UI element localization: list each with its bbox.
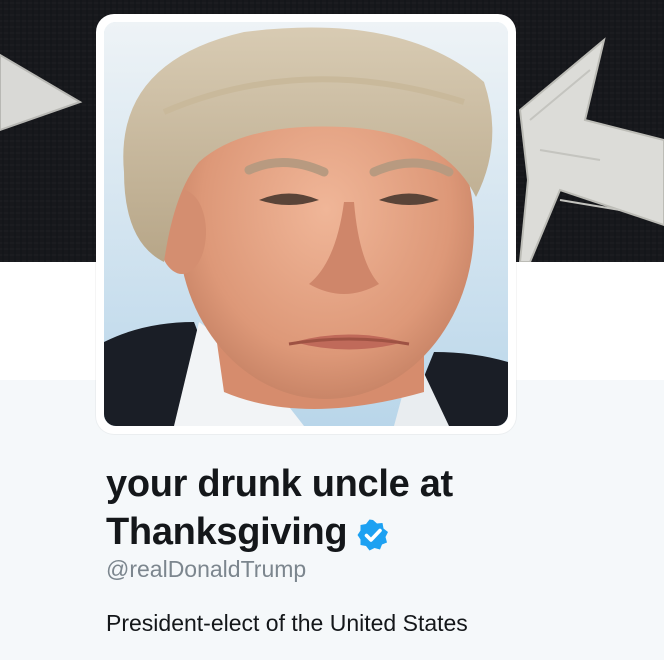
- profile-avatar-frame[interactable]: [96, 14, 516, 434]
- profile-page: your drunk uncle at Thanksgiving @realDo…: [0, 0, 664, 660]
- display-name-line-2-text: Thanksgiving: [106, 511, 348, 553]
- profile-avatar[interactable]: [104, 22, 508, 426]
- verified-badge-icon: [357, 515, 389, 551]
- profile-handle[interactable]: @realDonaldTrump: [106, 556, 306, 583]
- profile-bio: President-elect of the United States: [106, 610, 468, 636]
- display-name-line-1: your drunk uncle at: [106, 463, 453, 505]
- profile-display-name[interactable]: your drunk uncle at Thanksgiving: [106, 460, 626, 556]
- display-name-line-2: Thanksgiving: [106, 508, 626, 556]
- avatar-portrait-image: [104, 22, 508, 426]
